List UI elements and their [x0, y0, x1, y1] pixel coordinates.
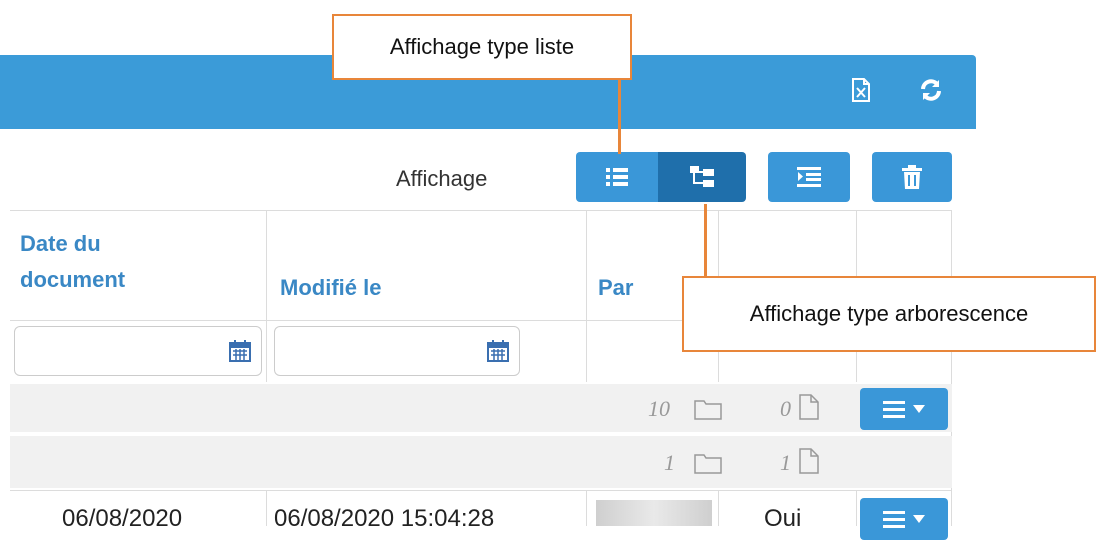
modified-filter-input[interactable]	[274, 326, 520, 376]
trash-icon	[902, 165, 922, 189]
callout-tree-view: Affichage type arborescence	[682, 276, 1096, 352]
menu-icon	[883, 401, 905, 418]
file-icon	[799, 394, 819, 420]
col-divider	[856, 490, 857, 526]
refresh-icon[interactable]	[918, 77, 944, 103]
list-view-button[interactable]	[576, 152, 658, 202]
folder-icon	[694, 400, 722, 420]
calendar-icon[interactable]	[229, 340, 251, 362]
folder-count: 10	[648, 396, 670, 421]
display-label: Affichage	[396, 166, 488, 191]
blurred-user-cell	[596, 500, 712, 526]
list-icon	[606, 168, 628, 186]
file-count: 0	[780, 396, 791, 421]
col-divider	[586, 490, 587, 526]
callout-connector	[704, 204, 707, 278]
callout-connector	[618, 78, 621, 154]
folder-count: 1	[664, 450, 675, 475]
cell-modified: 06/08/2020 15:04:28	[274, 505, 495, 532]
caret-down-icon	[913, 515, 925, 523]
column-header-modified[interactable]: Modifié le	[280, 270, 381, 306]
row-top-border	[10, 490, 952, 491]
file-icon	[799, 448, 819, 474]
cell-date-document: 06/08/2020	[62, 505, 183, 532]
col-divider	[266, 490, 267, 526]
column-header-by[interactable]: Par	[598, 270, 633, 306]
delete-button[interactable]	[872, 152, 952, 202]
file-count: 1	[780, 450, 791, 475]
indent-icon	[797, 167, 821, 187]
calendar-icon[interactable]	[487, 340, 509, 362]
col-divider	[266, 210, 267, 382]
indent-button[interactable]	[768, 152, 850, 202]
row-actions-button[interactable]	[860, 388, 948, 430]
grid-top-border	[10, 210, 952, 211]
tree-view-button[interactable]	[658, 152, 746, 202]
col-divider	[718, 490, 719, 526]
export-excel-icon[interactable]	[848, 77, 874, 103]
row-actions-button[interactable]	[860, 498, 948, 540]
cell-flag: Oui	[764, 505, 802, 532]
menu-icon	[883, 511, 905, 528]
folder-icon	[694, 454, 722, 474]
callout-list-view: Affichage type liste	[332, 14, 632, 80]
tree-icon	[690, 166, 714, 187]
date-document-filter-input[interactable]	[14, 326, 262, 376]
column-header-date-document[interactable]: Date du document	[20, 226, 125, 298]
col-divider	[586, 210, 587, 382]
caret-down-icon	[913, 405, 925, 413]
